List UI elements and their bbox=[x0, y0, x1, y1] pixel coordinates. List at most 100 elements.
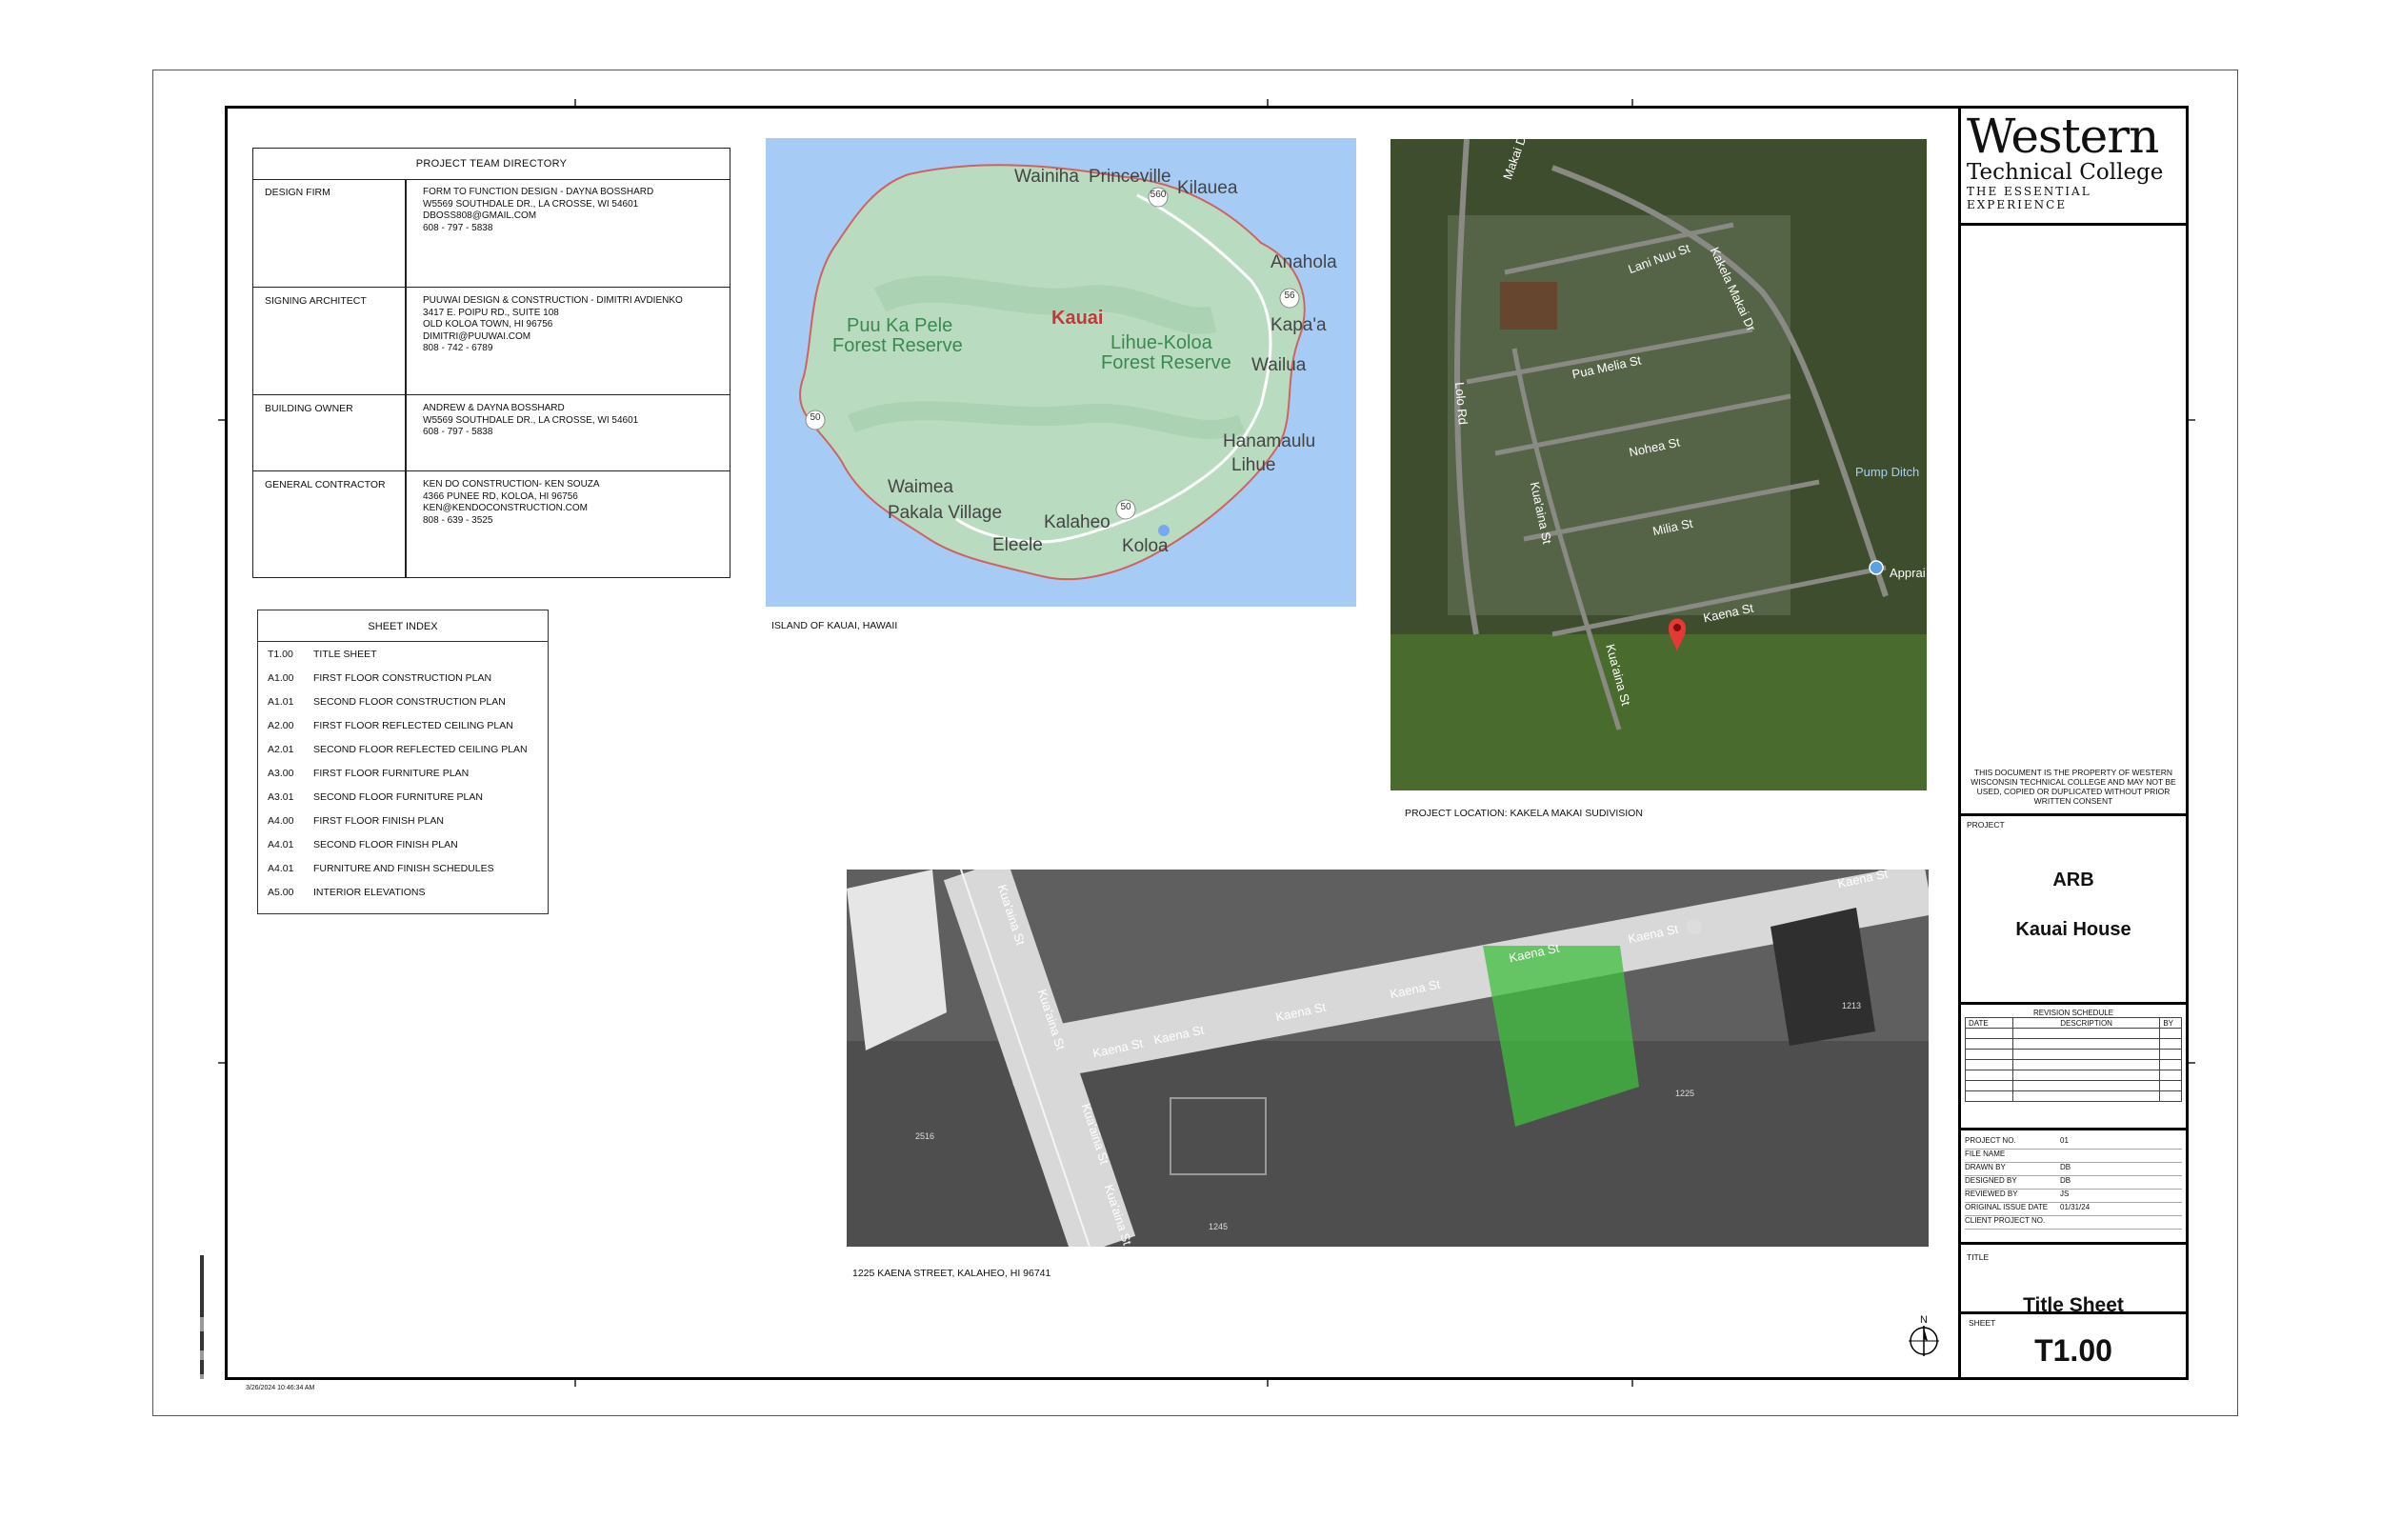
sheet-index-item: T1.00 TITLE SHEET bbox=[268, 649, 377, 660]
map-label: Kauai bbox=[1051, 308, 1104, 329]
sheet-index-title: SHEET INDEX bbox=[258, 610, 548, 642]
sheet-number: A2.01 bbox=[268, 744, 294, 755]
route-number: 560 bbox=[1150, 190, 1167, 200]
location-pin-dot bbox=[1673, 624, 1681, 631]
disclaimer-box: THIS DOCUMENT IS THE PROPERTY OF WESTERN… bbox=[1958, 226, 2189, 816]
info-row: FILE NAME bbox=[1965, 1150, 2182, 1163]
revision-title: REVISION SCHEDULE bbox=[2032, 1009, 2114, 1017]
directory-line: DBOSS808@GMAIL.COM bbox=[423, 210, 537, 221]
island-map-caption: ISLAND OF KAUAI, HAWAII bbox=[771, 620, 898, 631]
revision-col-description: DESCRIPTION bbox=[2011, 1017, 2161, 1029]
map-label: Forest Reserve bbox=[1101, 352, 1231, 373]
sheet-name: FIRST FLOOR CONSTRUCTION PLAN bbox=[313, 672, 492, 684]
sheet-name: SECOND FLOOR FINISH PLAN bbox=[313, 839, 458, 850]
sheet-index-item: A4.01 SECOND FLOOR FINISH PLAN bbox=[268, 839, 458, 850]
field-area bbox=[1391, 634, 1927, 790]
border-tick bbox=[1267, 1380, 1269, 1387]
project-box: PROJECT ARB Kauai House bbox=[1958, 816, 2189, 1005]
revision-schedule: REVISION SCHEDULE DATE DESCRIPTION BY bbox=[1958, 1005, 2189, 1130]
map-label: Hanamaulu bbox=[1223, 431, 1316, 451]
project-info-box: PROJECT NO. 01 FILE NAME DRAWN BY DB DESIG… bbox=[1958, 1130, 2189, 1245]
lot-number: 1225 bbox=[1675, 1089, 1695, 1098]
directory-line: ANDREW & DAYNA BOSSHARD bbox=[423, 403, 565, 413]
directory-line: KEN DO CONSTRUCTION- KEN SOUZA bbox=[423, 479, 600, 490]
revision-col-by: BY bbox=[2159, 1017, 2182, 1029]
sheet-name: FURNITURE AND FINISH SCHEDULES bbox=[313, 863, 494, 874]
place-marker-icon bbox=[1869, 560, 1884, 575]
border-tick bbox=[574, 99, 576, 106]
directory-line: W5569 SOUTHDALE DR., LA CROSSE, WI 54601 bbox=[423, 414, 639, 426]
info-key: DRAWN BY bbox=[1965, 1163, 2006, 1171]
map-label: Pump Ditch bbox=[1855, 465, 1920, 479]
directory-line: FORM TO FUNCTION DESIGN - DAYNA BOSSHARD bbox=[423, 187, 654, 197]
college-logo: Western Technical College THE ESSENTIAL … bbox=[1967, 112, 2186, 211]
sheet-number: A1.00 bbox=[268, 672, 294, 684]
directory-row-general-contractor: GENERAL CONTRACTOR KEN DO CONSTRUCTION- … bbox=[253, 470, 730, 577]
info-row: CLIENT PROJECT NO. bbox=[1965, 1216, 2182, 1230]
directory-value: ANDREW & DAYNA BOSSHARD W5569 SOUTHDALE … bbox=[423, 403, 638, 439]
sheet-index-item: A4.00 FIRST FLOOR FINISH PLAN bbox=[268, 815, 444, 827]
print-timestamp: 3/26/2024 10:46:34 AM bbox=[246, 1385, 315, 1391]
sheet-name: SECOND FLOOR REFLECTED CEILING PLAN bbox=[313, 744, 528, 755]
sheet-name: INTERIOR ELEVATIONS bbox=[313, 887, 426, 898]
disclaimer-text: THIS DOCUMENT IS THE PROPERTY OF WESTERN… bbox=[1971, 768, 2176, 806]
route-number: 50 bbox=[1120, 502, 1131, 512]
sheet-index-item: A3.00 FIRST FLOOR FURNITURE PLAN bbox=[268, 768, 469, 779]
title-label: TITLE bbox=[1967, 1252, 1990, 1262]
directory-line: 4366 PUNEE RD, KOLOA, HI 96756 bbox=[423, 490, 578, 502]
sheet-number: A4.01 bbox=[268, 863, 294, 874]
title-block: Western Technical College THE ESSENTIAL … bbox=[1958, 106, 2189, 1380]
map-label: Lihue-Koloa bbox=[1110, 332, 1212, 353]
info-key: PROJECT NO. bbox=[1965, 1136, 2016, 1145]
map-label: Anahola bbox=[1271, 252, 1337, 272]
directory-line: OLD KOLOA TOWN, HI 96756 bbox=[423, 319, 553, 330]
lake-marker bbox=[1158, 525, 1170, 536]
info-row: DESIGNED BY DB bbox=[1965, 1176, 2182, 1190]
map-label: Forest Reserve bbox=[832, 335, 963, 356]
sheet-index-item: A2.00 FIRST FLOOR REFLECTED CEILING PLAN bbox=[268, 720, 513, 731]
border-tick bbox=[1631, 99, 1633, 106]
directory-line: 608 - 797 - 5838 bbox=[423, 222, 493, 233]
info-value: 01/31/24 bbox=[2060, 1203, 2091, 1211]
sheet-name: FIRST FLOOR FURNITURE PLAN bbox=[313, 768, 470, 779]
directory-row-building-owner: BUILDING OWNER ANDREW & DAYNA BOSSHARD W… bbox=[253, 394, 730, 470]
directory-label: BUILDING OWNER bbox=[265, 403, 353, 414]
north-arrow-icon: N bbox=[1907, 1314, 1941, 1356]
info-key: CLIENT PROJECT NO. bbox=[1965, 1216, 2046, 1225]
sheet-number: A3.00 bbox=[268, 768, 294, 779]
directory-line: 808 - 639 - 3525 bbox=[423, 514, 493, 526]
info-key: REVIEWED BY bbox=[1965, 1190, 2018, 1198]
revision-col-date: DATE bbox=[1965, 1017, 2013, 1029]
map-label: Koloa bbox=[1122, 536, 1169, 556]
logo-box: Western Technical College THE ESSENTIAL … bbox=[1958, 106, 2189, 226]
directory-line: W5569 SOUTHDALE DR., LA CROSSE, WI 54601 bbox=[423, 198, 639, 210]
sheet-number: A3.01 bbox=[268, 791, 294, 803]
sheet-index-item: A1.01 SECOND FLOOR CONSTRUCTION PLAN bbox=[268, 696, 506, 708]
sheet-number-box: SHEET T1.00 bbox=[1958, 1311, 2189, 1380]
map-label: Apprai bbox=[1890, 566, 1926, 580]
subdivision-map-graphic bbox=[1391, 139, 1927, 790]
directory-row-design-firm: DESIGN FIRM FORM TO FUNCTION DESIGN - DA… bbox=[253, 179, 730, 287]
route-number: 50 bbox=[810, 412, 821, 423]
sheet-label: SHEET bbox=[1969, 1318, 1996, 1328]
map-label: Lihue bbox=[1231, 455, 1276, 475]
logo-line-3: THE ESSENTIAL EXPERIENCE bbox=[1967, 185, 2091, 211]
border-tick bbox=[218, 419, 225, 421]
project-name-line-2: Kauai House bbox=[2015, 919, 2131, 940]
directory-label: DESIGN FIRM bbox=[265, 187, 330, 198]
directory-line: 608 - 797 - 5838 bbox=[423, 427, 493, 437]
info-value: DB bbox=[2060, 1163, 2071, 1171]
sheet-number: A4.00 bbox=[268, 815, 294, 827]
island-map: Wainiha Princeville Kilauea Anahola Kapa… bbox=[766, 138, 1356, 607]
sheet-index-item: A1.00 FIRST FLOOR CONSTRUCTION PLAN bbox=[268, 672, 491, 684]
map-label: Pakala Village bbox=[888, 503, 1003, 523]
map-label: Wailua bbox=[1251, 355, 1307, 375]
info-key: ORIGINAL ISSUE DATE bbox=[1965, 1203, 2049, 1211]
info-row: DRAWN BY DB bbox=[1965, 1163, 2182, 1176]
directory-line: 808 - 742 - 6789 bbox=[423, 343, 493, 353]
project-team-directory: PROJECT TEAM DIRECTORY DESIGN FIRM FORM … bbox=[252, 148, 730, 578]
sheet-index-item: A3.01 SECOND FLOOR FURNITURE PLAN bbox=[268, 791, 483, 803]
map-label: Kilauea bbox=[1177, 178, 1238, 198]
info-key: DESIGNED BY bbox=[1965, 1176, 2017, 1185]
sheet-index: SHEET INDEX T1.00 TITLE SHEET A1.00 FIRST … bbox=[257, 610, 549, 914]
